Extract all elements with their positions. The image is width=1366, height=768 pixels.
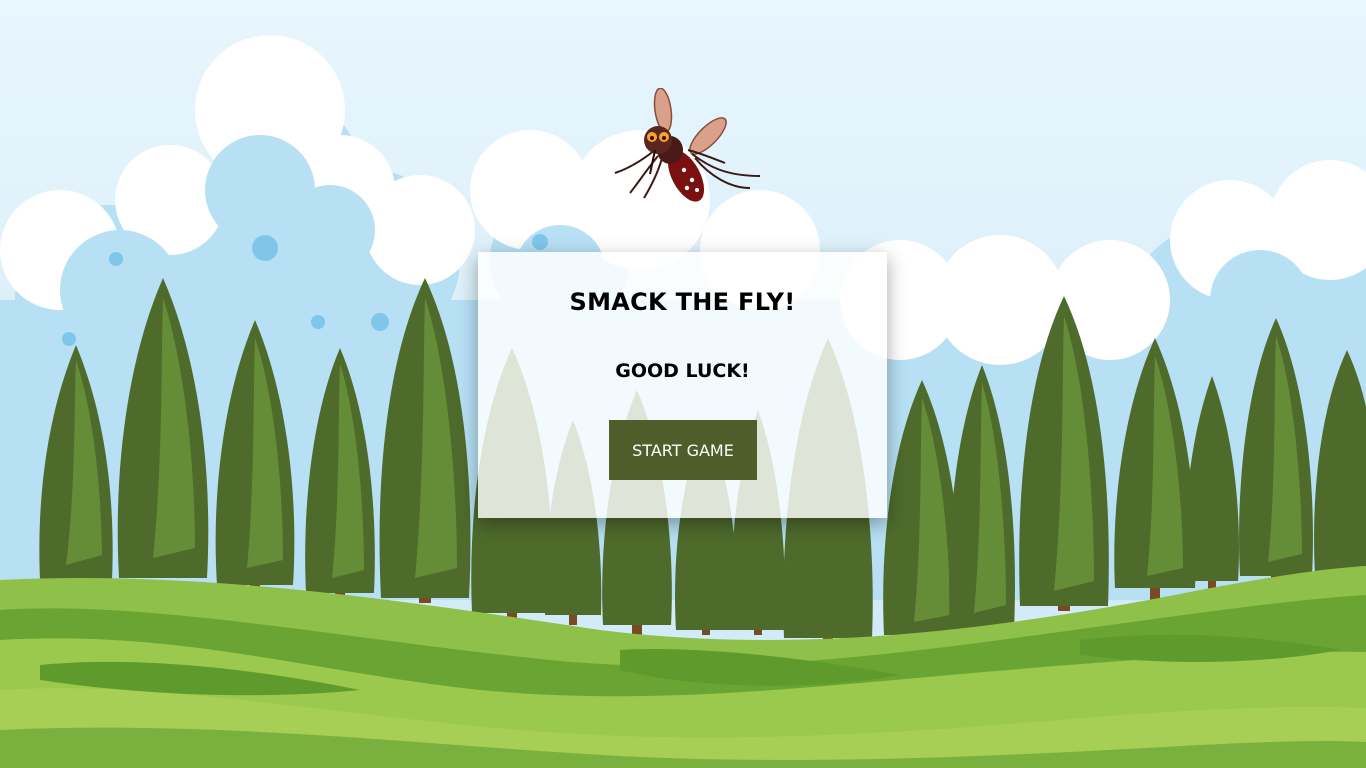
good-luck-text: GOOD LUCK!: [615, 360, 750, 382]
start-dialog: SMACK THE FLY! GOOD LUCK! START GAME: [478, 252, 887, 518]
mosquito-icon[interactable]: [600, 88, 770, 218]
game-title: SMACK THE FLY!: [569, 288, 796, 316]
start-game-button[interactable]: START GAME: [609, 420, 757, 480]
game-scene: SMACK THE FLY! GOOD LUCK! START GAME: [0, 0, 1366, 768]
